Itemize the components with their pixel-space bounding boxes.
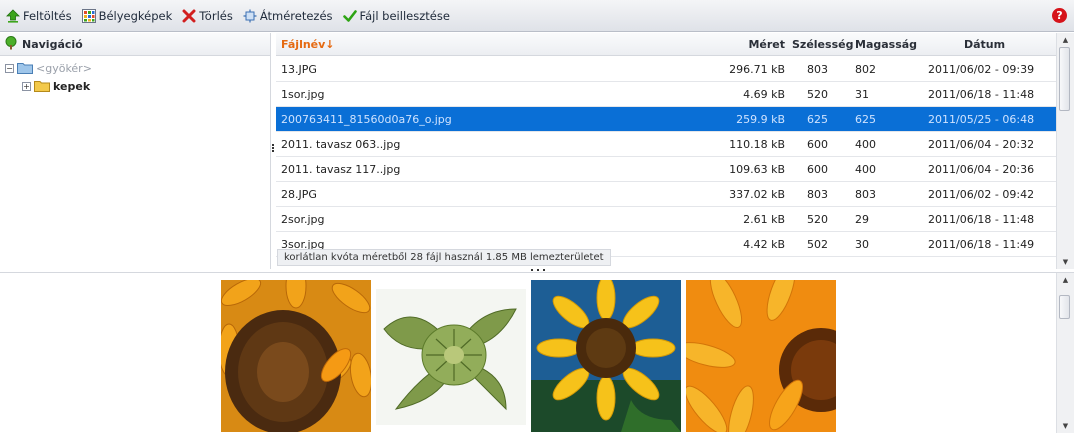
help-icon[interactable]: ? [1052, 8, 1067, 23]
cell-width: 520 [807, 213, 828, 226]
delete-label: Törlés [199, 8, 233, 23]
navigation-header: Navigáció [0, 33, 270, 56]
tree-node-kepek[interactable]: + kepek [22, 78, 90, 94]
cell-height: 29 [855, 213, 869, 226]
cell-date: 2011/06/02 - 09:42 [928, 188, 1035, 201]
upload-label: Feltöltés [23, 8, 72, 23]
tree-root-label: <gyökér> [36, 61, 92, 75]
cell-width: 600 [807, 138, 828, 151]
thumbnail-scrollbar[interactable]: ▲ ▼ [1056, 273, 1074, 433]
collapse-icon[interactable]: − [5, 63, 14, 73]
grid-icon [81, 8, 96, 23]
grid-scrollbar[interactable]: ▲ ▼ [1056, 33, 1074, 269]
cell-size: 296.71 kB [729, 63, 785, 76]
cell-filename: 2011. tavasz 063..jpg [281, 138, 401, 151]
cell-size: 4.42 kB [743, 238, 785, 251]
table-row[interactable]: 2sor.jpg 2.61 kB 520 29 2011/06/18 - 11:48 [276, 207, 1056, 232]
cell-height: 31 [855, 88, 869, 101]
resize-icon [243, 9, 257, 23]
thumbnail-scroll-thumb[interactable] [1059, 295, 1070, 319]
cell-height: 400 [855, 163, 876, 176]
cell-size: 259.9 kB [736, 113, 785, 126]
vertical-splitter-handle[interactable] [271, 143, 275, 157]
cell-height: 30 [855, 238, 869, 251]
quota-status: korlátlan kvóta méretből 28 fájl használ… [277, 249, 611, 266]
cell-height: 400 [855, 138, 876, 151]
cell-width: 520 [807, 88, 828, 101]
column-size[interactable]: Méret [748, 38, 785, 51]
cell-width: 625 [807, 113, 828, 126]
scroll-up-icon[interactable]: ▲ [1057, 36, 1074, 44]
toolbar: Feltöltés Bélyegképek Törlés Átméretezés… [0, 0, 1074, 32]
cell-date: 2011/05/25 - 06:48 [928, 113, 1035, 126]
table-row[interactable]: 28.JPG 337.02 kB 803 803 2011/06/02 - 09:42 [276, 182, 1056, 207]
cell-filename: 2011. tavasz 117..jpg [281, 163, 401, 176]
cell-filename: 200763411_81560d0a76_o.jpg [281, 113, 452, 126]
grid-scroll-thumb[interactable] [1059, 47, 1070, 111]
tree-folder-label: kepek [53, 79, 91, 93]
thumb-scroll-up-icon[interactable]: ▲ [1057, 276, 1074, 284]
column-width[interactable]: Szélesség [792, 38, 853, 51]
expand-icon[interactable]: + [22, 81, 31, 91]
cell-width: 803 [807, 188, 828, 201]
cell-height: 802 [855, 63, 876, 76]
table-row[interactable]: 2011. tavasz 063..jpg 110.18 kB 600 400 2011… [276, 132, 1056, 157]
cell-size: 2.61 kB [743, 213, 785, 226]
table-row[interactable]: 1sor.jpg 4.69 kB 520 31 2011/06/18 - 11:48 [276, 82, 1056, 107]
cell-date: 2011/06/18 - 11:48 [928, 88, 1035, 101]
thumbnail-panel: ▲ ▼ [0, 272, 1074, 433]
thumbnail-sunflower-sky[interactable] [531, 280, 681, 432]
cell-size: 4.69 kB [743, 88, 785, 101]
cell-date: 2011/06/04 - 20:32 [928, 138, 1035, 151]
checkmark-icon [342, 9, 357, 23]
table-row[interactable]: 13.JPG 296.71 kB 803 802 2011/06/02 - 09:39 [276, 57, 1056, 82]
thumbnail-sunflower-orange[interactable] [686, 280, 836, 432]
thumbnails-button[interactable]: Bélyegképek [81, 8, 173, 23]
folder-open-icon [17, 63, 33, 74]
resize-label: Átméretezés [259, 8, 333, 23]
file-grid: Fájlnév↓ Méret Szélesség Magasság Dátum … [276, 33, 1074, 269]
grid-header: Fájlnév↓ Méret Szélesség Magasság Dátum [276, 33, 1056, 56]
resize-button[interactable]: Átméretezés [243, 9, 333, 23]
cell-size: 337.02 kB [729, 188, 785, 201]
column-height[interactable]: Magasság [855, 38, 917, 51]
cell-date: 2011/06/18 - 11:49 [928, 238, 1035, 251]
delete-x-icon [182, 9, 196, 23]
insert-file-label: Fájl beillesztése [359, 8, 450, 23]
thumbnail-sunflower-closeup[interactable] [221, 280, 371, 432]
scroll-down-icon[interactable]: ▼ [1057, 258, 1074, 266]
cell-width: 600 [807, 163, 828, 176]
cell-height: 625 [855, 113, 876, 126]
navigation-title: Navigáció [22, 37, 83, 51]
thumb-scroll-down-icon[interactable]: ▼ [1057, 422, 1074, 430]
cell-filename: 13.JPG [281, 63, 317, 76]
column-date[interactable]: Dátum [964, 38, 1005, 51]
folder-icon [34, 81, 50, 92]
cell-filename: 2sor.jpg [281, 213, 325, 226]
cell-size: 110.18 kB [729, 138, 785, 151]
tree-icon [4, 35, 18, 53]
cell-width: 502 [807, 238, 828, 251]
upload-arrow-icon [6, 8, 20, 23]
cell-date: 2011/06/18 - 11:48 [928, 213, 1035, 226]
insert-file-button[interactable]: Fájl beillesztése [342, 8, 450, 23]
grid-rows: 13.JPG 296.71 kB 803 802 2011/06/02 - 09:39 1… [276, 57, 1056, 257]
delete-button[interactable]: Törlés [182, 9, 233, 23]
thumbnails-label: Bélyegképek [98, 8, 173, 23]
cell-height: 803 [855, 188, 876, 201]
table-row[interactable]: 2011. tavasz 117..jpg 109.63 kB 600 400 2011… [276, 157, 1056, 182]
navigation-panel: Navigáció − <gyökér> + kepek [0, 33, 271, 269]
cell-filename: 1sor.jpg [281, 88, 325, 101]
table-row[interactable]: 200763411_81560d0a76_o.jpg 259.9 kB 625 625… [276, 107, 1056, 132]
thumbnail-sunflower-bud[interactable] [376, 289, 526, 425]
column-filename[interactable]: Fájlnév↓ [281, 38, 335, 51]
upload-button[interactable]: Feltöltés [6, 9, 72, 23]
cell-filename: 28.JPG [281, 188, 317, 201]
cell-date: 2011/06/04 - 20:36 [928, 163, 1035, 176]
cell-size: 109.63 kB [729, 163, 785, 176]
cell-date: 2011/06/02 - 09:39 [928, 63, 1035, 76]
cell-width: 803 [807, 63, 828, 76]
tree-node-root[interactable]: − <gyökér> [5, 60, 92, 76]
